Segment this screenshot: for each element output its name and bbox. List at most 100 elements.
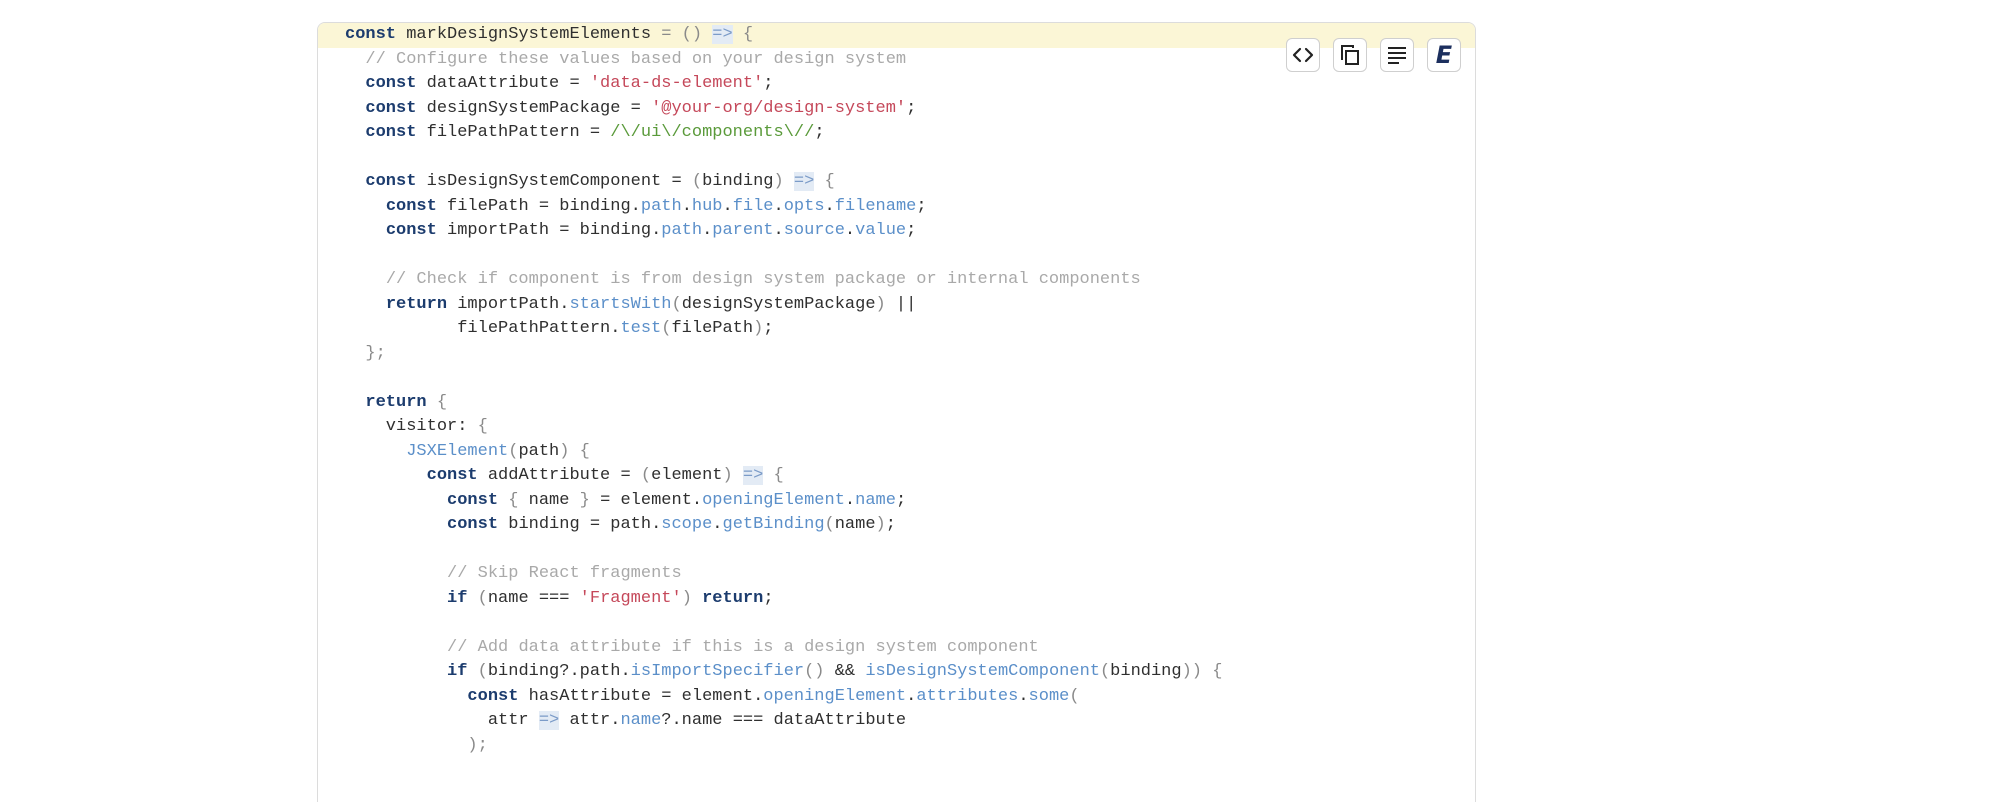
identifier-token: [784, 172, 794, 191]
keyword-token: const: [385, 196, 437, 216]
code-line: JSXElement(path) {: [318, 440, 1475, 465]
punctuation-token: (: [467, 662, 488, 681]
keyword-token: if: [447, 662, 468, 681]
identifier-token: .: [773, 221, 784, 240]
property-token: startsWith: [569, 294, 672, 314]
property-token: openingElement: [763, 686, 907, 706]
wrap-text-button[interactable]: [1380, 38, 1414, 72]
identifier-token: ;: [916, 196, 927, 216]
identifier-token: ;: [814, 123, 825, 142]
property-token: value: [855, 221, 907, 240]
property-token: some: [1028, 686, 1070, 706]
identifier-token: addAttribute =: [477, 466, 641, 485]
keyword-token: return: [365, 392, 427, 412]
identifier-token: name: [518, 490, 580, 510]
property-token: name: [620, 711, 662, 730]
wrap-text-icon: [1388, 47, 1406, 64]
punctuation-token: ): [875, 515, 886, 534]
identifier-token: [692, 589, 702, 608]
string-token: '@your-org/design-system': [651, 98, 907, 118]
punctuation-token: ): [753, 319, 764, 338]
view-source-button[interactable]: [1286, 38, 1320, 72]
code-line: const dataAttribute = 'data-ds-element';: [318, 72, 1475, 97]
code-line: const addAttribute = (element) => {: [318, 464, 1475, 489]
punctuation-token: {: [426, 392, 448, 412]
identifier-token: ;: [763, 588, 774, 608]
identifier-token: .: [1018, 686, 1029, 706]
identifier-token: [345, 442, 406, 461]
identifier-token: [345, 589, 447, 608]
code-line: const importPath = binding.path.parent.s…: [318, 219, 1475, 244]
identifier-token: markDesignSystemElements: [396, 25, 662, 44]
identifier-token: [345, 74, 365, 93]
identifier-token: [345, 393, 365, 412]
identifier-token: attr: [345, 711, 539, 730]
code-line: const designSystemPackage = '@your-org/d…: [318, 97, 1475, 122]
property-token: name: [855, 490, 896, 510]
property-token: hub: [691, 196, 723, 216]
punctuation-token: ): [875, 294, 886, 314]
code-line: return importPath.startsWith(designSyste…: [318, 293, 1475, 318]
identifier-token: importPath.: [447, 294, 570, 314]
punctuation-token: {: [814, 172, 835, 191]
identifier-token: designSystemPackage: [681, 294, 876, 314]
identifier-token: attr.: [559, 711, 621, 730]
string-token: 'data-ds-element': [589, 74, 764, 93]
open-in-editor-button[interactable]: E: [1427, 38, 1461, 72]
code-line: const filePathPattern = /\/ui\/component…: [318, 121, 1475, 146]
identifier-token: ;: [763, 319, 774, 338]
property-token: source: [783, 221, 845, 240]
punctuation-token: (): [804, 662, 825, 681]
code-toolbar: E: [1286, 38, 1461, 72]
identifier-token: [345, 736, 467, 755]
code-line: // Skip React fragments: [318, 562, 1475, 587]
punctuation-token: ): [559, 441, 570, 461]
code-line: };: [318, 342, 1475, 367]
punctuation-token: ): [722, 466, 733, 485]
identifier-token: [345, 662, 447, 681]
code-line: visitor: {: [318, 415, 1475, 440]
identifier-token: [345, 123, 365, 142]
comment-token: // Add data attribute if this is a desig…: [447, 637, 1039, 657]
identifier-token: binding = path.: [498, 515, 662, 534]
punctuation-token: (: [1099, 662, 1111, 681]
property-token: path: [640, 196, 682, 216]
identifier-token: ;: [763, 74, 774, 93]
identifier-token: [345, 687, 467, 706]
identifier-token: ;: [906, 98, 917, 118]
code-line: return {: [318, 391, 1475, 416]
copy-button[interactable]: [1333, 38, 1367, 72]
identifier-token: [345, 466, 427, 485]
property-token: attributes: [916, 686, 1019, 706]
code-line: const { name } = element.openingElement.…: [318, 489, 1475, 514]
property-token: parent: [712, 221, 774, 240]
punctuation-token: );: [467, 735, 488, 755]
property-token: getBinding: [722, 515, 825, 534]
code-line: filePathPattern.test(filePath);: [318, 317, 1475, 342]
property-token: JSXElement: [406, 441, 509, 461]
identifier-token: ;: [895, 490, 907, 510]
punctuation-token: {: [569, 441, 590, 461]
identifier-token: [345, 564, 447, 583]
punctuation-token: (: [1069, 686, 1080, 706]
identifier-token: ?.name === dataAttribute: [661, 711, 907, 730]
keyword-token: return: [385, 294, 448, 314]
identifier-token: [702, 25, 712, 44]
copy-icon: [1341, 45, 1359, 65]
identifier-token: filePath: [671, 319, 754, 338]
keyword-token: const: [365, 74, 417, 93]
property-token: scope: [661, 515, 713, 534]
identifier-token: visitor:: [345, 417, 478, 436]
identifier-token: designSystemPackage =: [416, 98, 652, 118]
identifier-token: ||: [885, 294, 917, 314]
punctuation-token: (: [691, 172, 703, 191]
identifier-token: = element.: [589, 490, 703, 510]
editor-e-icon: E: [1435, 41, 1453, 69]
identifier-token: name ===: [487, 588, 580, 608]
punctuation-token: {: [1202, 662, 1223, 681]
keyword-token: const: [385, 221, 437, 240]
identifier-token: [345, 344, 365, 363]
